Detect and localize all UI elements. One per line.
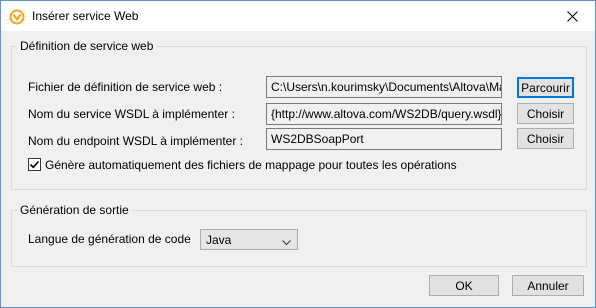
choose-service-button[interactable]: Choisir bbox=[517, 103, 574, 124]
close-icon bbox=[566, 10, 578, 22]
output-generation-legend: Génération de sortie bbox=[17, 203, 132, 217]
altova-mapforce-icon bbox=[9, 9, 25, 25]
wsdl-service-field[interactable]: {http://www.altova.com/WS2DB/query.wsdl}… bbox=[266, 103, 502, 125]
code-language-value: Java bbox=[206, 233, 232, 247]
code-language-label: Langue de génération de code bbox=[28, 232, 191, 246]
code-language-select[interactable]: Java bbox=[200, 229, 298, 250]
wsdl-endpoint-label: Nom du endpoint WSDL à implémenter : bbox=[28, 134, 243, 148]
chevron-down-icon bbox=[282, 235, 291, 249]
wsdl-endpoint-field[interactable]: WS2DBSoapPort bbox=[266, 128, 502, 150]
choose-endpoint-button[interactable]: Choisir bbox=[517, 128, 574, 149]
dialog-title: Insérer service Web bbox=[32, 9, 139, 23]
autogen-label[interactable]: Génère automatiquement des fichiers de m… bbox=[45, 158, 457, 172]
cancel-button[interactable]: Annuler bbox=[512, 275, 584, 296]
definition-file-label: Fichier de définition de service web : bbox=[28, 80, 223, 94]
definition-file-field[interactable]: C:\Users\n.kourimsky\Documents\Altova\Ma… bbox=[266, 76, 502, 98]
close-button[interactable] bbox=[549, 1, 595, 31]
web-service-definition-legend: Définition de service web bbox=[17, 39, 157, 53]
checkmark-icon bbox=[29, 160, 40, 169]
insert-web-service-dialog: Insérer service Web Définition de servic… bbox=[0, 0, 596, 308]
wsdl-service-label: Nom du service WSDL à implémenter : bbox=[28, 107, 235, 121]
ok-button[interactable]: OK bbox=[429, 275, 499, 296]
title-bar[interactable]: Insérer service Web bbox=[1, 1, 595, 31]
browse-button[interactable]: Parcourir bbox=[517, 77, 574, 98]
autogen-checkbox[interactable] bbox=[28, 158, 41, 171]
